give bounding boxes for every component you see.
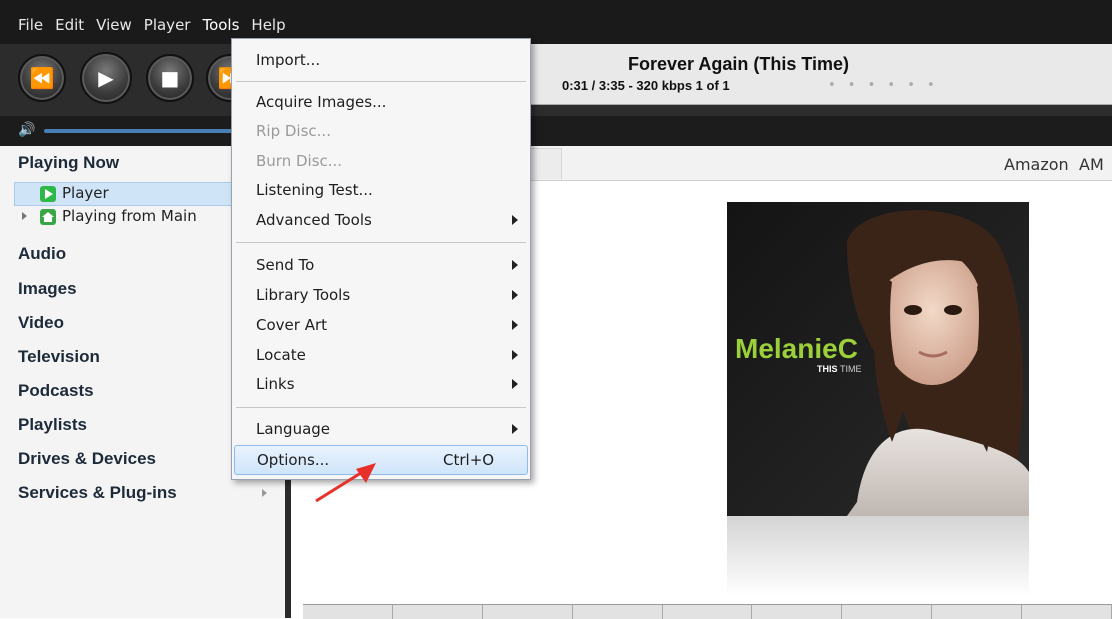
tools-menu: Import... Acquire Images... Rip Disc... … <box>231 38 531 480</box>
rating-dots[interactable]: • • • • • • <box>828 78 939 93</box>
menu-tools[interactable]: Tools <box>196 14 245 36</box>
column-header[interactable] <box>663 605 753 619</box>
submenu-arrow-icon <box>512 290 518 300</box>
menu-item-links[interactable]: Links <box>232 370 530 398</box>
now-playing-panel: Forever Again (This Time) 0:31 / 3:35 - … <box>528 44 1112 105</box>
play-button[interactable]: ▶ <box>80 52 132 104</box>
menu-item-shortcut: Ctrl+O <box>443 451 495 469</box>
menu-item-cover-art[interactable]: Cover Art <box>232 311 530 339</box>
sidebar-item-video[interactable]: Video <box>18 313 64 333</box>
sidebar-item-television[interactable]: Television <box>18 347 100 367</box>
column-header[interactable] <box>393 605 483 619</box>
menu-file[interactable]: File <box>12 14 49 36</box>
sidebar-item-services-plugins[interactable]: Services & Plug-ins <box>18 483 177 503</box>
column-header[interactable] <box>842 605 933 619</box>
menu-item-burn-disc: Burn Disc... <box>232 147 530 175</box>
album-cover: MelanieC THIS TIME <box>727 202 1029 516</box>
previous-button[interactable]: ⏪ <box>18 54 66 102</box>
submenu-arrow-icon <box>512 215 518 225</box>
sidebar-item-drives-devices[interactable]: Drives & Devices <box>18 449 156 469</box>
menu-item-label: Links <box>256 375 295 393</box>
sidebar-item-player[interactable]: Player <box>62 184 109 202</box>
menu-item-label: Burn Disc... <box>256 152 343 170</box>
column-headers-strip[interactable] <box>303 604 1112 619</box>
menu-item-label: Language <box>256 420 331 438</box>
column-header[interactable] <box>573 605 663 619</box>
menu-item-listening-test[interactable]: Listening Test... <box>232 176 530 204</box>
menu-player[interactable]: Player <box>138 14 197 36</box>
submenu-arrow-icon <box>512 350 518 360</box>
track-info: 0:31 / 3:35 - 320 kbps 1 of 1 <box>562 78 730 93</box>
album-reflection <box>727 516 1029 596</box>
column-header[interactable] <box>1022 605 1112 619</box>
sidebar-item-playlists[interactable]: Playlists <box>18 415 87 435</box>
menu-help[interactable]: Help <box>245 14 291 36</box>
submenu-arrow-icon <box>512 320 518 330</box>
stop-button[interactable]: ■ <box>146 54 194 102</box>
submenu-arrow-icon <box>512 260 518 270</box>
menu-item-label: Send To <box>256 256 315 274</box>
menu-view[interactable]: View <box>90 14 138 36</box>
submenu-arrow-icon <box>512 379 518 389</box>
menu-item-label: Library Tools <box>256 286 351 304</box>
sidebar-item-audio[interactable]: Audio <box>18 244 66 264</box>
column-header[interactable] <box>483 605 573 619</box>
menu-item-label: Cover Art <box>256 316 328 334</box>
menu-item-language[interactable]: Language <box>232 415 530 443</box>
album-title-text: THIS <box>817 364 838 374</box>
play-icon: ▶ <box>98 66 114 90</box>
menu-item-send-to[interactable]: Send To <box>232 251 530 279</box>
sidebar-item-podcasts[interactable]: Podcasts <box>18 381 94 401</box>
sidebar-item-playing-from-main[interactable]: Playing from Main <box>62 207 197 225</box>
menu-edit[interactable]: Edit <box>49 14 90 36</box>
menu-item-import[interactable]: Import... <box>232 46 530 74</box>
menu-separator <box>236 81 526 82</box>
menu-item-rip-disc: Rip Disc... <box>232 117 530 145</box>
menu-separator <box>236 242 526 243</box>
menu-item-advanced-tools[interactable]: Advanced Tools <box>232 206 530 234</box>
column-header[interactable] <box>752 605 843 619</box>
album-title-text-2: TIME <box>840 364 862 374</box>
volume-icon[interactable]: 🔊 <box>18 122 35 138</box>
volume-slider[interactable] <box>44 129 244 133</box>
amazon-link[interactable]: Amazon <box>1004 155 1069 174</box>
track-title: Forever Again (This Time) <box>628 54 850 74</box>
menubar: File Edit View Player Tools Help <box>12 14 292 36</box>
submenu-arrow-icon <box>512 424 518 434</box>
menu-separator <box>236 407 526 408</box>
annotation-arrow-icon <box>315 463 376 503</box>
menu-item-library-tools[interactable]: Library Tools <box>232 281 530 309</box>
am-link[interactable]: AM <box>1079 155 1104 174</box>
menu-item-label: Rip Disc... <box>256 122 331 140</box>
menu-item-label: Acquire Images... <box>256 93 387 111</box>
expand-arrow-icon[interactable] <box>22 212 27 220</box>
menu-item-locate[interactable]: Locate <box>232 341 530 369</box>
column-header[interactable] <box>932 605 1023 619</box>
menu-item-label: Import... <box>256 51 321 69</box>
sidebar-item-images[interactable]: Images <box>18 279 77 299</box>
menu-item-label: Listening Test... <box>256 181 373 199</box>
home-icon <box>40 209 56 225</box>
stop-icon: ■ <box>160 66 180 90</box>
menu-item-label: Locate <box>256 346 306 364</box>
sidebar-playing-now[interactable]: Playing Now <box>18 153 119 173</box>
menu-item-label: Advanced Tools <box>256 211 372 229</box>
column-header[interactable] <box>303 605 393 619</box>
album-artist-text: MelanieC <box>735 333 858 364</box>
previous-icon: ⏪ <box>29 66 55 90</box>
menu-item-acquire-images[interactable]: Acquire Images... <box>232 88 530 116</box>
services-expand-arrow-icon[interactable] <box>262 489 267 497</box>
player-icon <box>40 186 56 202</box>
